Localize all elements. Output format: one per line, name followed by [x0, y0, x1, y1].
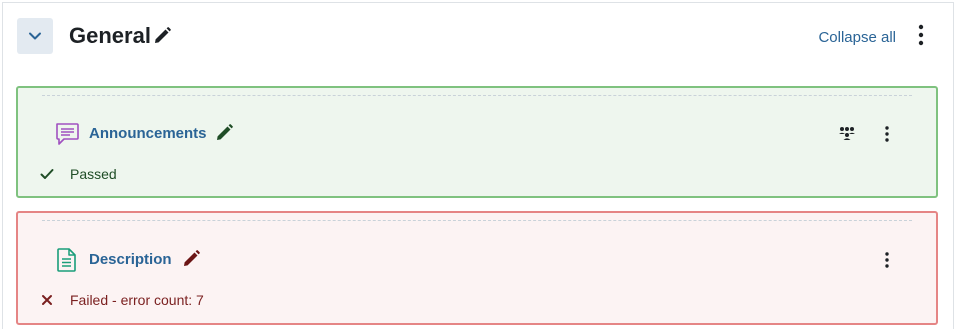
forum-icon: [56, 123, 79, 145]
groups-icon[interactable]: [838, 126, 856, 140]
check-icon: [40, 169, 54, 179]
collapse-all-link[interactable]: Collapse all: [818, 28, 896, 48]
edit-section-pencil-icon[interactable]: [152, 26, 172, 46]
activity-card-description: Description Failed - error count: 7: [16, 211, 938, 325]
activity-separator: [42, 95, 912, 96]
activity-separator: [42, 220, 912, 221]
section-title: General: [69, 23, 151, 48]
activity-actions-kebab-icon[interactable]: [884, 126, 890, 142]
section-collapse-toggle[interactable]: [17, 18, 53, 54]
section-actions-kebab-icon[interactable]: [917, 24, 925, 46]
edit-activity-pencil-icon[interactable]: [214, 123, 234, 143]
activity-name-link[interactable]: Announcements: [89, 124, 207, 144]
page-icon: [57, 248, 76, 272]
cross-icon: [42, 295, 52, 305]
status-text: Failed - error count: 7: [70, 292, 204, 308]
activity-name-link[interactable]: Description: [89, 250, 172, 270]
activity-actions-kebab-icon[interactable]: [884, 252, 890, 268]
activity-status: Passed: [40, 165, 117, 183]
chevron-down-icon: [29, 32, 41, 40]
section-header: General Collapse all: [17, 18, 937, 54]
activity-status: Failed - error count: 7: [40, 291, 204, 309]
activity-card-announcements: Announcements Passed: [16, 86, 938, 198]
status-text: Passed: [70, 166, 117, 182]
edit-activity-pencil-icon[interactable]: [181, 249, 201, 269]
